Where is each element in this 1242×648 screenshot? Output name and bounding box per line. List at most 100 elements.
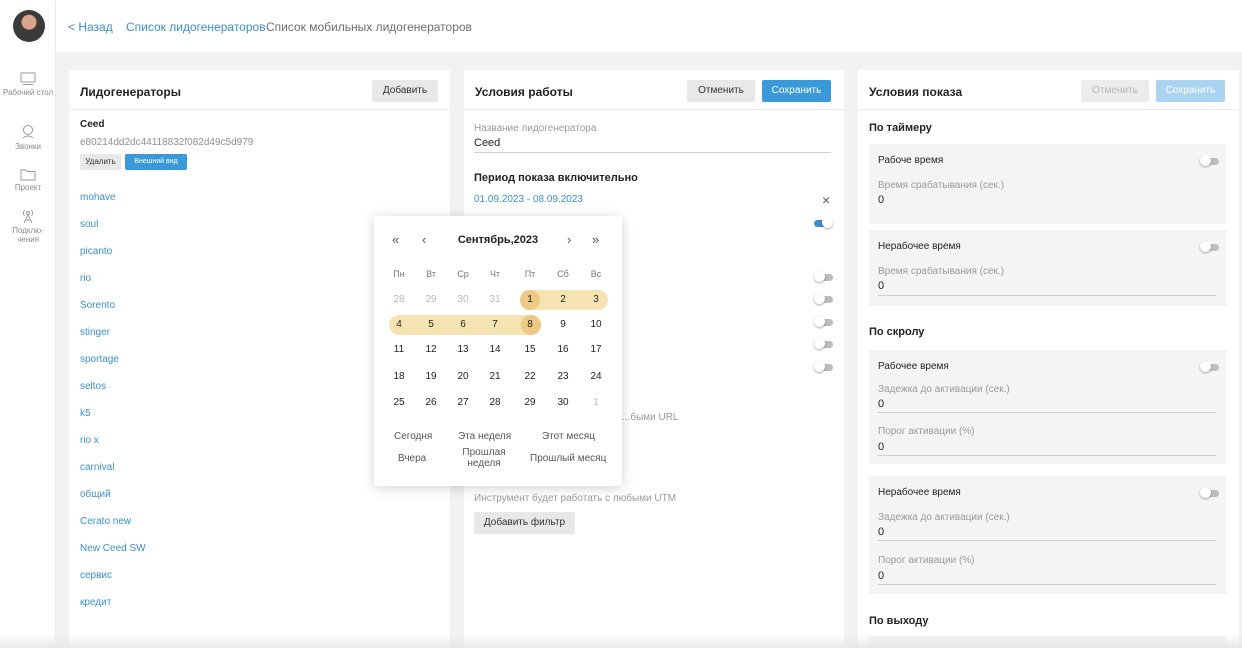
breadcrumb-mobile-leadgen-list[interactable]: Список мобильных лидогенераторов xyxy=(266,20,472,34)
scroll-work-threshold-input[interactable]: 0 xyxy=(878,441,884,453)
leadgen-item[interactable]: carnival xyxy=(80,462,114,473)
current-leadgen-name: Ceed xyxy=(80,119,105,130)
leadgen-item[interactable]: New Ceed SW xyxy=(80,543,146,554)
calendar-day[interactable]: 11 xyxy=(383,340,415,360)
nav-item-project[interactable]: Проект xyxy=(0,168,56,192)
leadgen-item[interactable]: seltos xyxy=(80,381,106,392)
leadgen-item[interactable]: Cerato new xyxy=(80,516,131,527)
scroll-nonwork-threshold-input[interactable]: 0 xyxy=(878,570,884,582)
calendar-day[interactable]: 4 xyxy=(383,315,415,335)
leadgen-item[interactable]: mohave xyxy=(80,192,116,203)
clear-period-icon[interactable]: × xyxy=(822,192,830,208)
quick-yesterday[interactable]: Вчера xyxy=(398,453,426,464)
quick-last-month[interactable]: Прошлый месяц xyxy=(530,453,606,464)
calendar-day[interactable]: 1 xyxy=(514,290,546,310)
calendar-day[interactable]: 5 xyxy=(415,315,447,335)
back-link[interactable]: < Назад xyxy=(68,20,113,34)
timer-work-label: Рабоче время xyxy=(878,155,944,166)
leadgen-item[interactable]: k5 xyxy=(80,408,91,419)
breadcrumb-leadgen-list[interactable]: Список лидогенераторов xyxy=(126,20,266,34)
day-toggle[interactable] xyxy=(814,361,833,372)
name-input-underline xyxy=(474,152,831,153)
period-input[interactable]: 01.09.2023 - 08.09.2023 xyxy=(474,194,583,205)
calendar-day[interactable]: 25 xyxy=(383,393,415,413)
work-conditions-title: Условия работы xyxy=(475,85,573,99)
day-toggle[interactable] xyxy=(814,316,833,327)
cancel-button-disabled[interactable]: Отменить xyxy=(1081,80,1149,102)
headset-icon xyxy=(22,125,34,139)
leadgen-item[interactable]: rio x xyxy=(80,435,99,446)
calendar-day[interactable]: 15 xyxy=(514,340,546,360)
nav-item-connections[interactable]: Подклю-чения xyxy=(0,208,56,244)
calendar-day[interactable]: 26 xyxy=(415,393,447,413)
leadgen-item[interactable]: sportage xyxy=(80,354,119,365)
nav-item-calls[interactable]: Звонки xyxy=(0,124,56,151)
save-button[interactable]: Сохранить xyxy=(762,80,831,102)
calendar-day[interactable]: 31 xyxy=(479,290,511,310)
leadgen-item[interactable]: soul xyxy=(80,219,98,230)
quick-this-month[interactable]: Этот месяц xyxy=(542,431,595,442)
calendar-day[interactable]: 24 xyxy=(580,367,612,387)
leadgen-item[interactable]: picanto xyxy=(80,246,112,257)
next-year-icon[interactable]: » xyxy=(592,232,599,247)
delete-leadgen-button[interactable]: Удалить xyxy=(80,154,121,170)
user-avatar[interactable] xyxy=(13,10,45,42)
calendar-day[interactable]: 3 xyxy=(580,290,612,310)
next-month-icon[interactable]: › xyxy=(567,232,571,247)
calendar-day[interactable]: 17 xyxy=(580,340,612,360)
calendar-day[interactable]: 18 xyxy=(383,367,415,387)
scroll-work-delay-input[interactable]: 0 xyxy=(878,398,884,410)
calendar-day[interactable]: 16 xyxy=(547,340,579,360)
calendar-day[interactable]: 28 xyxy=(479,393,511,413)
quick-today[interactable]: Сегодня xyxy=(394,431,432,442)
scroll-nonwork-delay-input[interactable]: 0 xyxy=(878,526,884,538)
add-filter-button[interactable]: Добавить фильтр xyxy=(474,512,575,534)
leadgen-item[interactable]: Sorento xyxy=(80,300,115,311)
calendar-day[interactable]: 19 xyxy=(415,367,447,387)
day-toggle[interactable] xyxy=(814,293,833,304)
leadgen-name-input[interactable]: Ceed xyxy=(474,137,500,149)
calendar-day[interactable]: 29 xyxy=(415,290,447,310)
appearance-button[interactable]: Внешний вид xyxy=(125,154,187,170)
calendar-day[interactable]: 10 xyxy=(580,315,612,335)
nav-item-desktop[interactable]: Рабочий стол xyxy=(0,72,56,97)
period-toggle[interactable] xyxy=(814,217,833,228)
calendar-day[interactable]: 21 xyxy=(479,367,511,387)
leadgen-item[interactable]: rio xyxy=(80,273,91,284)
leadgen-item[interactable]: сервис xyxy=(80,570,112,581)
calendar-day[interactable]: 28 xyxy=(383,290,415,310)
calendar-day[interactable]: 2 xyxy=(547,290,579,310)
cancel-button[interactable]: Отменить xyxy=(687,80,755,102)
calendar-day[interactable]: 22 xyxy=(514,367,546,387)
quick-this-week[interactable]: Эта неделя xyxy=(458,431,511,442)
calendar-day[interactable]: 8 xyxy=(514,315,546,335)
calendar-day[interactable]: 7 xyxy=(479,315,511,335)
scroll-work-delay-underline xyxy=(878,412,1216,413)
quick-last-week[interactable]: Прошлая неделя xyxy=(460,447,508,469)
calendar-day[interactable]: 13 xyxy=(447,340,479,360)
calendar-day[interactable]: 23 xyxy=(547,367,579,387)
day-toggle[interactable] xyxy=(814,338,833,349)
leadgen-item[interactable]: кредит xyxy=(80,597,111,608)
timer-work-toggle[interactable] xyxy=(1200,155,1219,166)
calendar-day[interactable]: 30 xyxy=(547,393,579,413)
calendar-day[interactable]: 14 xyxy=(479,340,511,360)
scroll-nonwork-toggle[interactable] xyxy=(1200,487,1219,498)
day-toggle[interactable] xyxy=(814,271,833,282)
calendar-day[interactable]: 6 xyxy=(447,315,479,335)
save-button-disabled[interactable]: Сохранить xyxy=(1156,80,1225,102)
calendar-day[interactable]: 30 xyxy=(447,290,479,310)
scroll-work-toggle[interactable] xyxy=(1200,361,1219,372)
calendar-day[interactable]: 12 xyxy=(415,340,447,360)
leadgen-item[interactable]: общий xyxy=(80,489,111,500)
calendar-day[interactable]: 27 xyxy=(447,393,479,413)
calendar-day[interactable]: 20 xyxy=(447,367,479,387)
calendar-day[interactable]: 29 xyxy=(514,393,546,413)
calendar-day[interactable]: 9 xyxy=(547,315,579,335)
timer-work-input[interactable]: 0 xyxy=(878,194,884,206)
timer-nonwork-toggle[interactable] xyxy=(1200,241,1219,252)
timer-nonwork-input[interactable]: 0 xyxy=(878,280,884,292)
leadgen-item[interactable]: stinger xyxy=(80,327,110,338)
calendar-day[interactable]: 1 xyxy=(580,393,612,413)
add-leadgen-button[interactable]: Добавить xyxy=(372,80,438,102)
